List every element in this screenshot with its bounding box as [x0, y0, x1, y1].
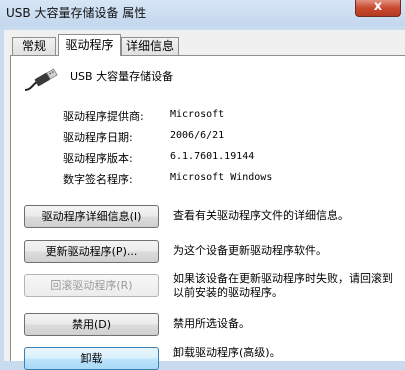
signer-value: Microsoft Windows [170, 172, 273, 183]
version-label: 驱动程序版本: [63, 152, 133, 165]
rollback-driver-description: 如果该设备在更新驱动程序时失败，请回滚到以前安装的驱动程序。 [173, 272, 393, 299]
close-icon: x [373, 0, 383, 14]
driver-details-description: 查看有关驱动程序文件的详细信息。 [173, 209, 349, 222]
tab-general[interactable]: 常规 [12, 37, 56, 55]
date-value: 2006/6/21 [170, 130, 225, 141]
usb-plug-icon [24, 68, 58, 91]
title-bar[interactable]: USB 大容量存储设备 属性 x [0, 0, 405, 26]
version-value: 6.1.7601.19144 [170, 151, 255, 162]
close-button[interactable]: x [355, 0, 401, 17]
provider-label: 驱动程序提供商: [63, 110, 144, 123]
update-driver-description: 为这个设备更新驱动程序软件。 [173, 244, 327, 257]
driver-details-button[interactable]: 驱动程序详细信息(I) [24, 205, 159, 228]
disable-description: 禁用所选设备。 [173, 317, 250, 330]
tab-details[interactable]: 详细信息 [121, 37, 179, 55]
uninstall-button[interactable]: 卸载 [24, 347, 159, 370]
provider-value: Microsoft [170, 109, 225, 120]
rollback-driver-button[interactable]: 回滚驱动程序(R) [24, 274, 159, 297]
window-title: USB 大容量存储设备 属性 [6, 6, 147, 20]
date-label: 驱动程序日期: [63, 131, 133, 144]
signer-label: 数字签名程序: [63, 173, 133, 186]
update-driver-button[interactable]: 更新驱动程序(P)... [24, 240, 159, 263]
uninstall-description: 卸载驱动程序(高级)。 [173, 346, 281, 359]
disable-button[interactable]: 禁用(D) [24, 313, 159, 336]
tab-driver[interactable]: 驱动程序 [58, 34, 121, 56]
device-name: USB 大容量存储设备 [70, 70, 174, 83]
